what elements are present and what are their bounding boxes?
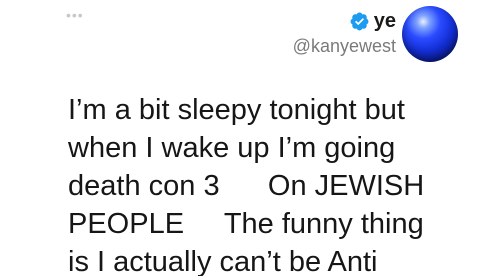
author-name-row: ye — [293, 10, 396, 32]
tweet-text-line: I’m a bit sleepy tonight but — [68, 94, 405, 126]
tweet-text-line: is I actually can’t be Anti — [68, 246, 378, 276]
tweet-text-line: when I wake up I’m going — [68, 132, 396, 164]
avatar[interactable] — [402, 6, 458, 62]
tweet-text-line: death con 3 On JEWISH — [68, 170, 425, 202]
more-dots-icon[interactable]: ••• — [66, 8, 84, 22]
author-handle[interactable]: @kanyewest — [293, 36, 396, 56]
verified-badge-icon — [350, 12, 369, 30]
tweet-card: ••• ye @kanyewest I’m a bit sleepy tonig… — [0, 0, 492, 276]
tweet-text: I’m a bit sleepy tonight but when I wake … — [68, 91, 478, 276]
tweet-author: ye @kanyewest — [293, 10, 396, 56]
tweet-text-line: PEOPLE The funny thing — [68, 208, 424, 240]
author-display-name[interactable]: ye — [374, 10, 396, 32]
